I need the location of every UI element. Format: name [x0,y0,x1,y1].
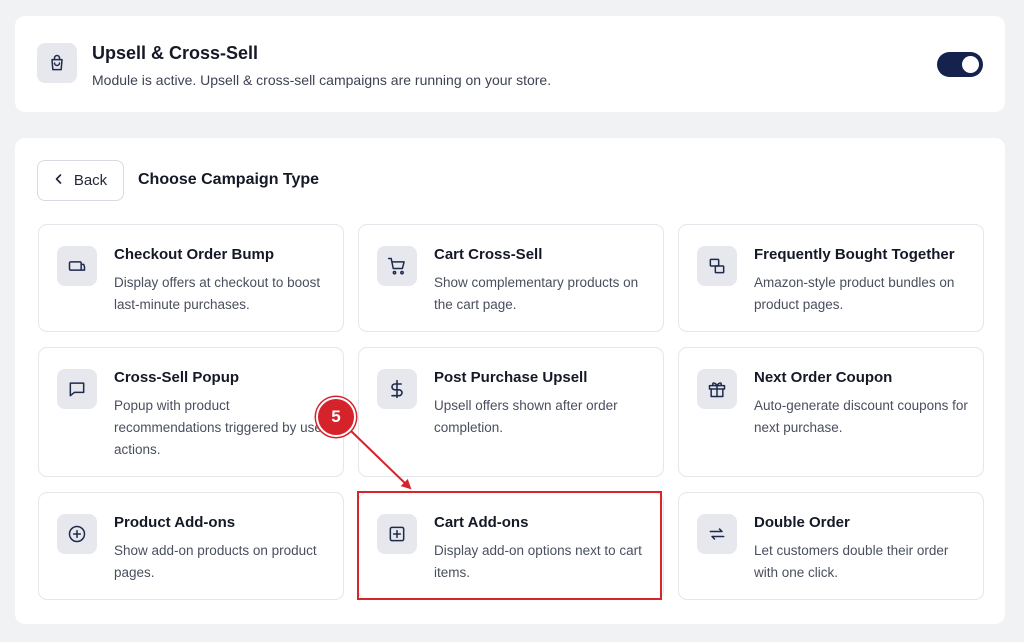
campaign-title: Next Order Coupon [754,369,893,386]
back-label: Back [73,172,108,189]
module-header-card: Upsell & Cross-Sell Module is active. Up… [15,16,1005,112]
bundle-icon [697,246,737,286]
campaign-card-post-purchase-upsell[interactable]: Post Purchase Upsell Upsell offers shown… [358,347,664,477]
campaign-card-next-order-coupon[interactable]: Next Order Coupon Auto-generate discount… [678,347,984,477]
toggle-knob [962,56,979,73]
repeat-icon [697,514,737,554]
page: Upsell & Cross-Sell Module is active. Up… [0,0,1024,642]
gift-icon [697,369,737,409]
campaign-title: Frequently Bought Together [754,246,955,263]
module-title: Upsell & Cross-Sell [92,43,259,63]
step-number-badge: 5 [316,397,356,437]
campaign-title: Post Purchase Upsell [434,369,588,386]
campaign-description: Show complementary products on the cart … [434,275,639,312]
plus-circle-icon [57,514,97,554]
shopping-bag-icon [37,43,77,83]
campaign-card-cart-cross-sell[interactable]: Cart Cross-Sell Show complementary produ… [358,224,664,332]
campaign-title: Cross-Sell Popup [114,369,240,386]
campaign-title: Product Add-ons [114,514,236,531]
campaign-card-cross-sell-popup[interactable]: Cross-Sell Popup Popup with product reco… [38,347,344,477]
campaign-description: Upsell offers shown after order completi… [434,398,618,435]
campaign-card-product-add-ons[interactable]: Product Add-ons Show add-on products on … [38,492,344,600]
campaign-card-frequently-bought-together[interactable]: Frequently Bought Together Amazon-style … [678,224,984,332]
campaign-title: Checkout Order Bump [114,246,275,263]
campaign-description: Popup with product recommendations trigg… [114,398,327,457]
campaign-description: Amazon-style product bundles on product … [754,275,955,312]
campaign-description: Display offers at checkout to boost last… [114,275,321,312]
back-button[interactable]: Back [37,160,124,201]
campaign-description: Let customers double their order with on… [754,543,949,580]
campaign-title: Double Order [754,514,850,531]
checkout-icon [57,246,97,286]
module-active-toggle[interactable] [937,52,983,77]
campaign-description: Auto-generate discount coupons for next … [754,398,968,435]
campaign-card-double-order[interactable]: Double Order Let customers double their … [678,492,984,600]
campaign-description: Show add-on products on product pages. [114,543,317,580]
campaign-card-checkout-order-bump[interactable]: Checkout Order Bump Display offers at ch… [38,224,344,332]
chevron-left-icon [54,172,64,189]
message-icon [57,369,97,409]
cart-icon [377,246,417,286]
campaign-title: Cart Cross-Sell [434,246,543,263]
highlight-box [357,491,662,600]
module-description: Module is active. Upsell & cross-sell ca… [92,72,552,88]
dollar-icon [377,369,417,409]
panel-title: Choose Campaign Type [138,171,320,188]
